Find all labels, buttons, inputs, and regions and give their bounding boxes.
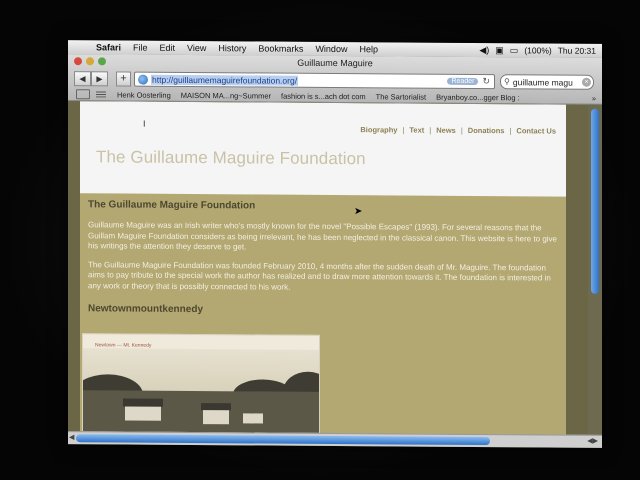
clock[interactable]: Thu 20:31 xyxy=(558,46,596,56)
photo-house xyxy=(203,410,229,425)
photo-roof xyxy=(123,398,163,407)
show-all-bookmarks-icon[interactable] xyxy=(96,91,106,98)
bookmarks-overflow-icon[interactable]: » xyxy=(592,93,602,102)
site-header: I Biography | Text | News | Donations | Cont… xyxy=(80,101,566,197)
photo-hillside xyxy=(83,390,319,435)
url-text[interactable]: http://guillaumemaguirefoundation.org/ xyxy=(151,74,299,86)
nav-news[interactable]: News xyxy=(436,126,456,135)
menu-edit[interactable]: Edit xyxy=(154,43,182,53)
scroll-left-icon[interactable]: ◀ xyxy=(69,433,74,441)
nav-text[interactable]: Text xyxy=(409,126,424,135)
forward-button[interactable]: ▶ xyxy=(91,71,108,87)
site-title[interactable]: The Guillaume Maguire Foundation xyxy=(96,147,366,169)
postcard-photo[interactable]: Newtown — Mt. Kennedy xyxy=(82,333,320,435)
web-viewport: I Biography | Text | News | Donations | Cont… xyxy=(68,101,602,435)
add-bookmark-button[interactable]: + xyxy=(116,71,131,87)
section-heading: Newtownmountkennedy xyxy=(88,303,204,316)
bookmark-item[interactable]: fashion is s...ach dot com xyxy=(276,91,371,101)
photo-house xyxy=(243,413,263,424)
menu-bookmarks[interactable]: Bookmarks xyxy=(252,43,309,53)
main-content: The Guillaume Maguire Foundation Guillau… xyxy=(88,199,558,323)
menu-help[interactable]: Help xyxy=(353,44,384,54)
menu-window[interactable]: Window xyxy=(309,44,353,54)
menu-view[interactable]: View xyxy=(181,43,212,53)
clear-search-icon[interactable]: × xyxy=(582,77,591,87)
horizontal-scroll-thumb[interactable] xyxy=(76,434,490,446)
photo-caption: Newtown — Mt. Kennedy xyxy=(95,342,152,349)
text-cursor-icon: I xyxy=(143,118,146,129)
scroll-arrows-icon[interactable]: ◀▶ xyxy=(587,437,598,445)
search-value[interactable]: guillaume magu xyxy=(513,77,573,87)
bookmark-item[interactable]: The Sartorialist xyxy=(371,92,431,101)
back-button[interactable]: ◀ xyxy=(74,71,91,87)
nav-separator: | xyxy=(509,126,512,136)
globe-icon xyxy=(138,74,148,85)
vertical-scroll-thumb[interactable] xyxy=(591,108,599,294)
display-icon[interactable]: ▣ xyxy=(495,45,504,56)
photo-house xyxy=(125,406,161,421)
web-page: I Biography | Text | News | Donations | Cont… xyxy=(80,101,566,435)
bookmark-item[interactable]: Henk Oosterling xyxy=(112,90,176,99)
nav-separator: | xyxy=(460,125,463,135)
bookmark-item[interactable]: Bryanboy.co...gger Blog : xyxy=(431,92,525,102)
reload-icon[interactable]: ↻ xyxy=(478,76,494,87)
reader-button[interactable]: Reader xyxy=(447,77,479,86)
reading-list-icon[interactable] xyxy=(76,89,90,100)
address-bar[interactable]: http://guillaumemaguirefoundation.org/ R… xyxy=(134,71,495,90)
intro-paragraph: Guillaume Maguire was an Irish writer wh… xyxy=(88,220,558,252)
menu-history[interactable]: History xyxy=(212,43,252,53)
menu-app-safari[interactable]: Safari xyxy=(90,42,127,52)
history-nav: ◀ ▶ xyxy=(74,71,108,87)
screen: Safari File Edit View History Bookmarks … xyxy=(68,40,602,448)
battery-percent: (100%) xyxy=(524,45,552,56)
menu-file[interactable]: File xyxy=(127,43,154,53)
vertical-scrollbar[interactable] xyxy=(588,104,602,435)
browser-toolbar: Guillaume Maguire ◀ ▶ + http://guillaume… xyxy=(68,54,602,105)
nav-separator: | xyxy=(429,125,432,135)
site-nav: Biography | Text | News | Donations | Contac… xyxy=(360,125,556,135)
search-field[interactable]: ⚲ guillaume magu × xyxy=(500,74,594,90)
volume-icon[interactable]: ◀) xyxy=(479,45,489,56)
nav-biography[interactable]: Biography xyxy=(360,125,397,134)
page-heading: The Guillaume Maguire Foundation xyxy=(88,199,256,212)
nav-contact[interactable]: Contact Us xyxy=(516,126,556,135)
window-title: Guillaume Maguire xyxy=(297,57,373,69)
battery-icon[interactable]: ▭ xyxy=(510,45,519,56)
nav-separator: | xyxy=(402,125,405,135)
nav-donations[interactable]: Donations xyxy=(468,126,505,135)
foundation-paragraph: The Guillaume Maguire Foundation was fou… xyxy=(88,259,551,292)
search-icon: ⚲ xyxy=(504,77,510,87)
bookmark-item[interactable]: MAISON MA...ng~Summer xyxy=(176,90,276,100)
menubar-status-area: ◀) ▣ ▭ (100%) Thu 20:31 xyxy=(479,45,602,57)
